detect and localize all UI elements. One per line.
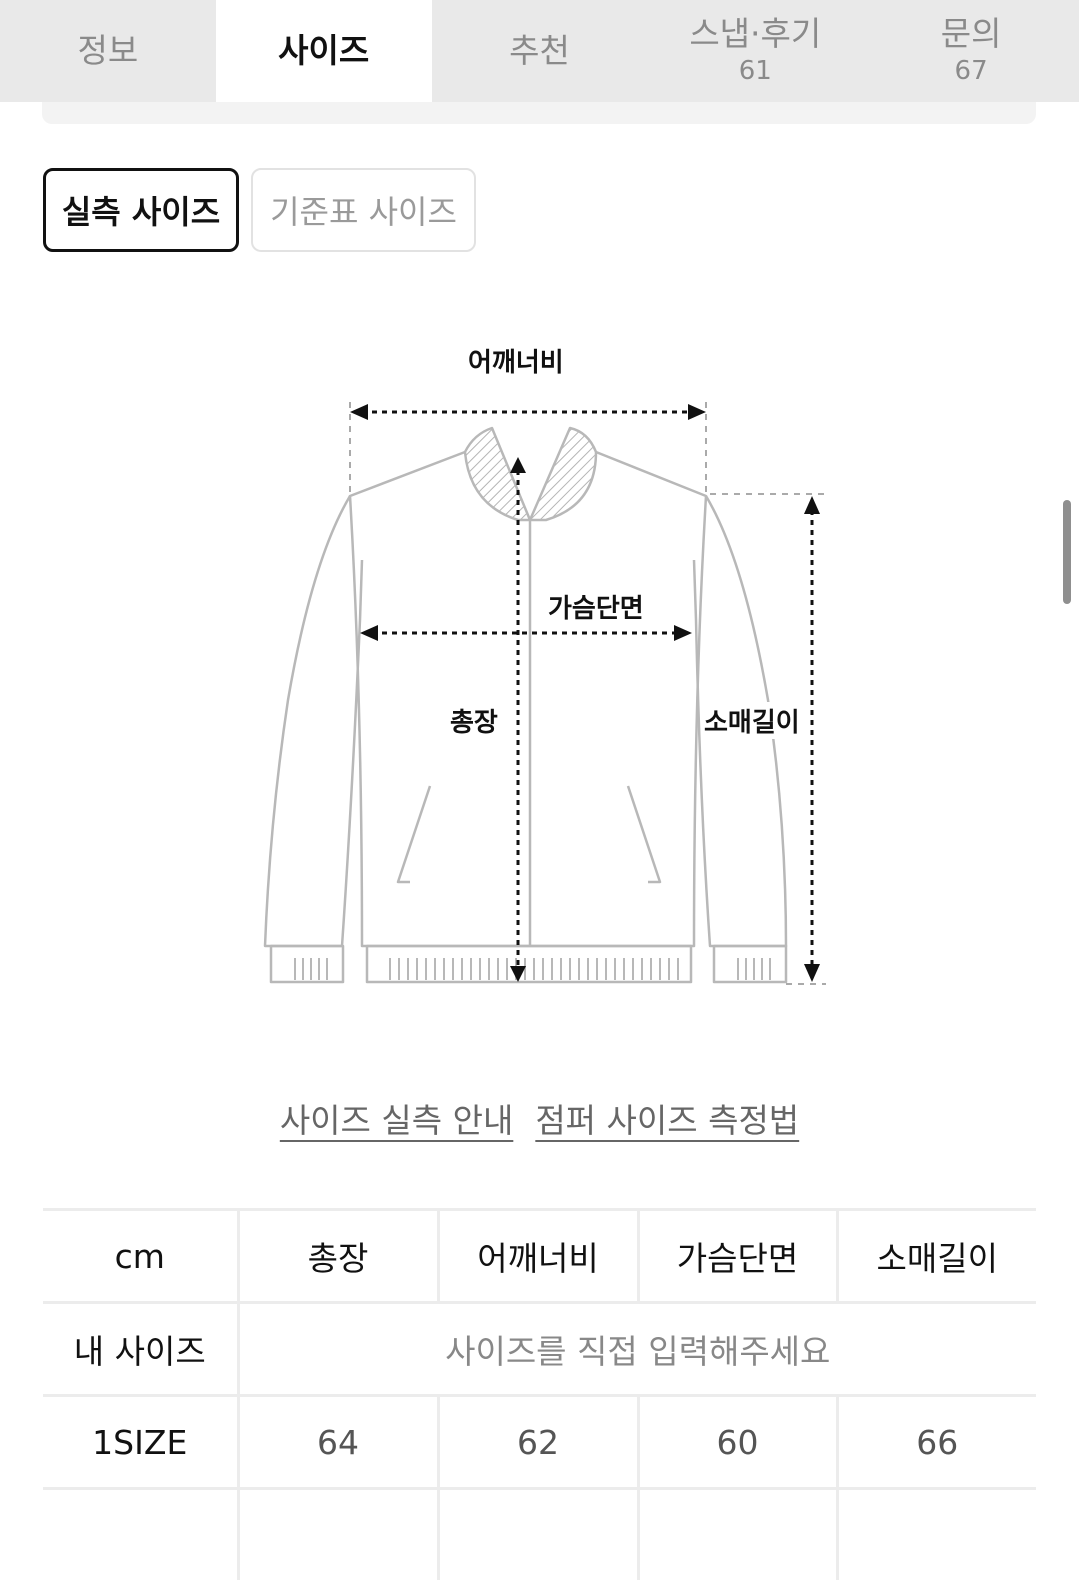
table-header-cell: 총장 xyxy=(238,1210,438,1303)
table-row xyxy=(43,1489,1036,1580)
size-measure-guide-link[interactable]: 사이즈 실측 안내 xyxy=(280,1094,514,1142)
tab-count: 61 xyxy=(739,56,772,86)
jumper-measure-guide-link[interactable]: 점퍼 사이즈 측정법 xyxy=(535,1094,799,1142)
empty-cell xyxy=(638,1489,837,1580)
size-guide-links: 사이즈 실측 안내 점퍼 사이즈 측정법 xyxy=(0,1094,1079,1142)
size-value: 62 xyxy=(438,1396,638,1489)
tab-label: 정보 xyxy=(78,33,139,69)
tab-label: 추천 xyxy=(509,33,570,69)
tab-inquiry[interactable]: 문의 67 xyxy=(863,0,1079,102)
table-header-cell: 가슴단면 xyxy=(638,1210,837,1303)
size-value: 60 xyxy=(638,1396,837,1489)
scrollbar[interactable] xyxy=(1063,500,1071,604)
tab-size[interactable]: 사이즈 xyxy=(216,0,432,102)
tab-info[interactable]: 정보 xyxy=(0,0,216,102)
table-header-row: cm 총장 어깨너비 가슴단면 소매길이 xyxy=(43,1210,1036,1303)
empty-cell xyxy=(837,1489,1036,1580)
tab-reviews[interactable]: 스냅·후기 61 xyxy=(647,0,863,102)
tab-label: 스냅·후기 xyxy=(689,16,821,52)
sleeve-length-label: 소매길이 xyxy=(702,702,802,739)
chest-width-label: 가슴단면 xyxy=(546,588,646,625)
standard-size-button[interactable]: 기준표 사이즈 xyxy=(251,168,476,252)
empty-cell xyxy=(43,1489,238,1580)
tab-bar: 정보 사이즈 추천 스냅·후기 61 문의 67 xyxy=(0,0,1079,102)
jacket-illustration xyxy=(0,300,1079,1020)
empty-cell xyxy=(438,1489,638,1580)
my-size-row[interactable]: 내 사이즈 사이즈를 직접 입력해주세요 xyxy=(43,1303,1036,1396)
size-value: 66 xyxy=(837,1396,1036,1489)
measured-size-label: 실측 사이즈 xyxy=(62,187,220,233)
table-row: 1SIZE 64 62 60 66 xyxy=(43,1396,1036,1489)
shoulder-width-label: 어깨너비 xyxy=(466,342,566,379)
measured-size-button[interactable]: 실측 사이즈 xyxy=(43,168,239,252)
tab-count: 67 xyxy=(955,56,988,86)
tab-label: 사이즈 xyxy=(278,33,369,69)
my-size-label: 내 사이즈 xyxy=(43,1303,238,1396)
table-header-unit: cm xyxy=(43,1210,238,1303)
empty-cell xyxy=(238,1489,438,1580)
info-strip xyxy=(42,102,1036,124)
size-name: 1SIZE xyxy=(43,1396,238,1489)
table-header-cell: 소매길이 xyxy=(837,1210,1036,1303)
my-size-input-prompt[interactable]: 사이즈를 직접 입력해주세요 xyxy=(238,1303,1036,1396)
size-table: cm 총장 어깨너비 가슴단면 소매길이 내 사이즈 사이즈를 직접 입력해주세… xyxy=(43,1208,1036,1580)
tab-label: 문의 xyxy=(941,16,1002,52)
total-length-label: 총장 xyxy=(448,702,500,739)
standard-size-label: 기준표 사이즈 xyxy=(270,187,457,233)
size-value: 64 xyxy=(238,1396,438,1489)
size-diagram: 어깨너비 가슴단면 총장 소매길이 xyxy=(0,300,1079,1020)
table-header-cell: 어깨너비 xyxy=(438,1210,638,1303)
tab-recommend[interactable]: 추천 xyxy=(432,0,648,102)
